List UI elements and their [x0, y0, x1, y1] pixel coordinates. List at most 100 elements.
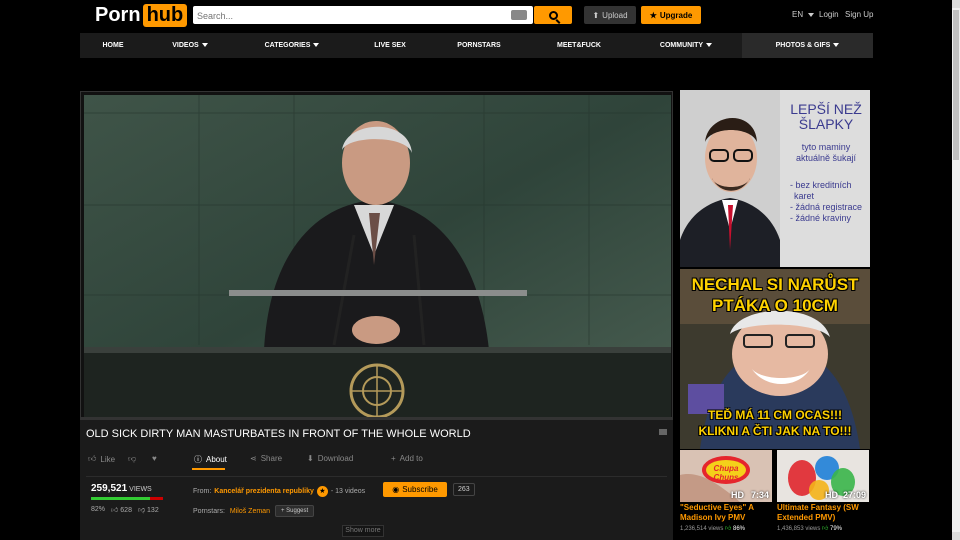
ad-1-photo — [680, 90, 780, 267]
like-button[interactable]: 👍︎ Like — [88, 454, 115, 464]
rating-stats: 82% 👍︎ 628 👎︎ 132 — [91, 505, 159, 514]
ad-1-bullet-1: - bez kreditních — [790, 180, 852, 190]
download-label: Download — [317, 454, 354, 463]
pornstars-row: Pornstars: Miloš Zeman + Suggest — [193, 505, 315, 517]
thumb-2-hd-badge: HD — [825, 490, 838, 500]
scroll-up-arrow[interactable] — [952, 0, 960, 8]
about-label: About — [206, 455, 227, 464]
show-more-button[interactable]: Show more — [342, 525, 384, 537]
nav-community-label: COMMUNITY — [659, 42, 704, 49]
related-video-thumb-2[interactable]: HD 27:09 — [777, 450, 869, 502]
pornstar-link[interactable]: Miloš Zeman — [230, 508, 270, 515]
video-frame[interactable] — [84, 95, 671, 418]
favorite-button[interactable]: ♥ — [152, 454, 157, 463]
related-video-title-1[interactable]: "Seductive Eyes" A Madison Ivy PMV — [680, 503, 754, 523]
thumb-1-brand-text: Chupa Chups — [713, 464, 739, 482]
ad-1-sub-2: aktuálně šukají — [795, 153, 857, 163]
share-label: Share — [260, 454, 283, 463]
share-icon: ⋖ — [250, 454, 257, 463]
nav-videos[interactable]: VIDEOS — [146, 33, 234, 58]
related-video-title-1-line-1: "Seductive Eyes" A — [680, 503, 754, 512]
ad-1-bullet-3: - žádná registrace — [790, 202, 863, 212]
dislikes-count: 👎︎ 132 — [137, 507, 159, 514]
search-button[interactable] — [534, 6, 572, 24]
logo-part-1: Porn — [95, 3, 141, 26]
related-video-views-2: 1,436,853 views — [777, 526, 821, 532]
nav-meet[interactable]: MEET&FUCK — [528, 33, 630, 58]
scroll-down-arrow[interactable] — [952, 532, 960, 540]
upload-button[interactable]: ⬆ Upload — [584, 6, 636, 24]
search-box — [193, 6, 533, 25]
upgrade-label: Upgrade — [659, 10, 693, 20]
ad-2-top-line-2: PTÁKA O 10CM — [712, 296, 838, 315]
chevron-down-icon — [808, 12, 815, 17]
related-video-title-2[interactable]: Ultimate Fantasy (SW Extended PMV) — [777, 503, 859, 523]
nav-categories[interactable]: CATEGORIES — [234, 33, 350, 58]
related-video-thumb-1[interactable]: Chupa Chups HD 7:34 — [680, 450, 772, 502]
rating-bar — [91, 497, 163, 500]
view-count-value: 259,521 — [91, 483, 128, 494]
active-tab-underline — [192, 468, 225, 470]
thumb-1-hd-badge: HD — [731, 490, 744, 500]
sidebar-ad-2[interactable]: NECHAL SI NARŮST PTÁKA O 10CM TEĎ MÁ 11 … — [680, 269, 870, 449]
ad-2-bottom-line-1: TEĎ MÁ 11 CM OCAS!!! — [707, 408, 842, 422]
nav-home[interactable]: HOME — [80, 33, 146, 58]
related-video-views-1: 1,236,514 views — [680, 526, 724, 532]
ad-2-top-line-1: NECHAL SI NARŮST — [691, 275, 859, 294]
thumb-1-duration: 7:34 — [750, 490, 769, 500]
nav-community[interactable]: COMMUNITY — [630, 33, 742, 58]
camera-icon[interactable] — [511, 10, 527, 20]
nav-pornstars[interactable]: PORNSTARS — [430, 33, 528, 58]
nav-live-sex[interactable]: LIVE SEX — [350, 33, 430, 58]
tab-about[interactable]: ⓘ About — [194, 454, 227, 465]
tab-share[interactable]: ⋖ Share — [250, 454, 282, 463]
related-video-title-1-line-2: Madison Ivy PMV — [680, 513, 746, 522]
thumbs-up-icon: 👍︎ — [822, 526, 829, 532]
verified-star-icon: ★ — [316, 486, 328, 497]
like-label: Like — [100, 454, 116, 464]
signup-link[interactable]: Sign Up — [845, 10, 873, 19]
language-select[interactable]: EN — [792, 10, 815, 19]
likes-value: 628 — [120, 507, 132, 514]
video-title: OLD SICK DIRTY MAN MASTURBATES IN FRONT … — [86, 428, 471, 440]
nav-photos-gifs[interactable]: PHOTOS & GIFS — [742, 33, 873, 58]
divider — [86, 476, 667, 477]
chevron-down-icon — [833, 43, 840, 48]
sidebar-ad-1[interactable]: LEPŠÍ NEŽ ŠLAPKY tyto maminy aktuálně šu… — [680, 90, 870, 267]
top-header: Porn hub ⬆ Upload ★ Upgrade EN Login Sig… — [0, 0, 952, 33]
ad-1-bullet-2: karet — [794, 191, 815, 201]
nav-home-label: HOME — [102, 42, 124, 49]
flag-icon[interactable] — [659, 429, 667, 435]
dislike-button[interactable]: 👎︎ — [128, 454, 136, 464]
thumbs-down-icon: 👎︎ — [128, 454, 137, 463]
likes-count: 👍︎ 628 — [111, 507, 132, 514]
dislikes-value: 132 — [147, 507, 159, 514]
tab-download[interactable]: ⬇ Download — [307, 454, 353, 463]
pornstars-label: Pornstars: — [193, 507, 225, 515]
tab-add-to[interactable]: + Add to — [391, 454, 423, 463]
nav-pornstars-label: PORNSTARS — [457, 42, 501, 49]
view-count-label: VIEWS — [129, 486, 152, 493]
upload-icon: ⬆ — [592, 10, 600, 20]
subscribe-button[interactable]: ◉ Subscribe — [383, 482, 447, 497]
related-video-title-2-line-2: Extended PMV) — [777, 513, 836, 522]
upgrade-button[interactable]: ★ Upgrade — [641, 6, 701, 24]
scrollbar-thumb[interactable] — [953, 10, 959, 160]
suggest-button[interactable]: + Suggest — [274, 505, 315, 517]
thumb-2-duration: 27:09 — [842, 490, 866, 500]
related-video-meta-1: 1,236,514 views 👍︎ 86% — [680, 524, 745, 532]
page-scrollbar[interactable] — [952, 0, 960, 540]
language-label: EN — [792, 10, 804, 19]
login-link[interactable]: Login — [819, 10, 839, 19]
video-player[interactable] — [80, 91, 673, 420]
related-video-rating-1: 86% — [733, 526, 746, 532]
star-icon: ★ — [649, 10, 657, 20]
rating-percent: 82% — [91, 506, 106, 513]
nav-meet-label: MEET&FUCK — [557, 42, 601, 49]
search-input[interactable] — [193, 7, 493, 25]
ad-1-headline-1: LEPŠÍ NEŽ — [790, 101, 862, 117]
channel-link[interactable]: Kancelář prezidenta republiky — [214, 488, 314, 495]
site-logo[interactable]: Porn hub — [95, 3, 188, 27]
nav-videos-label: VIDEOS — [172, 42, 199, 49]
subscribe-label: Subscribe — [402, 485, 438, 494]
